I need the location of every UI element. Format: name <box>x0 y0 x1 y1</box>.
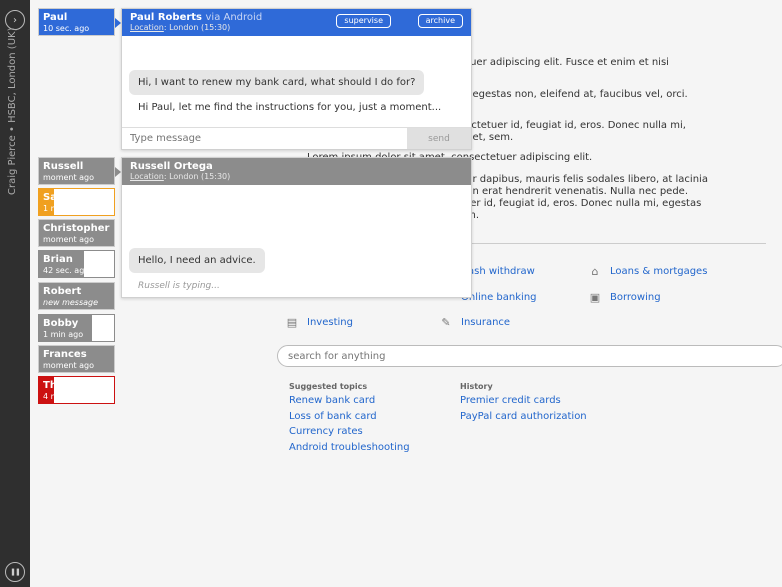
location-link[interactable]: Location <box>130 23 164 32</box>
outgoing-message: Hi Paul, let me find the instructions fo… <box>138 102 442 113</box>
agent-status: 42 sec. ago <box>43 266 90 275</box>
wallet-icon: ▣ <box>589 290 601 304</box>
agent-status: moment ago <box>43 361 95 370</box>
location-value: : London (15:30) <box>163 23 231 32</box>
agent-name: Bobby <box>43 318 79 329</box>
pause-icon[interactable]: ❚❚ <box>5 562 25 582</box>
chat-customer-name: Paul Roberts <box>130 12 203 23</box>
chat-channel: via Android <box>205 12 263 23</box>
archive-button[interactable]: archive <box>417 14 463 28</box>
service-label: Investing <box>307 316 353 328</box>
agent-name: Samuel <box>43 192 85 203</box>
agent-item-russell[interactable]: Russell moment ago <box>38 157 121 185</box>
agent-name: Thomas <box>43 380 87 391</box>
service-label: Loans & mortgages <box>610 265 708 277</box>
document-pen-icon: ✎ <box>441 315 451 329</box>
agent-status: new message <box>43 298 99 307</box>
history-link[interactable]: PayPal card authorization <box>460 411 587 422</box>
agent-status: 10 sec. ago <box>43 24 90 33</box>
article-line: sectetuer id, feugiat id, eros. Donec nu… <box>460 120 686 131</box>
chat-window-paul: Paul Roberts via Android Location: Londo… <box>121 8 472 150</box>
suggested-link[interactable]: Currency rates <box>289 426 363 437</box>
history-link[interactable]: Premier credit cards <box>460 395 561 406</box>
supervise-button[interactable]: supervise <box>336 14 391 28</box>
chat-header: Russell Ortega Location: London (15:30) <box>122 158 471 185</box>
agent-name: Christopher <box>43 223 110 234</box>
service-label: Borrowing <box>610 291 661 303</box>
agent-name: Robert <box>43 286 82 297</box>
agent-status: 4 min ago <box>43 392 84 401</box>
service-label: Cash withdraw <box>461 265 535 277</box>
service-label: Insurance <box>461 316 511 328</box>
agent-name: Frances <box>43 349 87 360</box>
location-link[interactable]: Location <box>130 172 164 181</box>
house-icon: ⌂ <box>591 264 599 278</box>
chat-customer-name: Russell Ortega <box>130 161 213 172</box>
chat-window-russell: Russell Ortega Location: London (15:30) … <box>121 157 472 298</box>
agent-item-brian[interactable]: Brian 42 sec. ago <box>38 250 115 278</box>
article-line: tuer id, feugiat id, eros. Donec nulla m… <box>460 198 702 209</box>
article-line: o, egestas non, eleifend at, faucibus ve… <box>460 89 688 100</box>
agent-item-robert[interactable]: Robert new message <box>38 282 115 310</box>
briefcase-icon: ▤ <box>286 315 298 329</box>
incoming-message: Hi, I want to renew my bank card, what s… <box>129 70 425 95</box>
article-line: non erat hendrerit venenatis. Nulla nec … <box>460 186 688 197</box>
agent-name: Russell <box>43 161 84 172</box>
search-input[interactable] <box>277 345 782 367</box>
suggested-link[interactable]: Renew bank card <box>289 395 375 406</box>
agent-info-vertical: Craig Pierce • HSBC, London (UK) <box>7 27 18 195</box>
agent-item-bobby[interactable]: Bobby 1 min ago <box>38 314 115 342</box>
message-input[interactable] <box>122 128 408 149</box>
service-link-loans-mortgages[interactable]: ⌂ Loans & mortgages <box>587 264 708 278</box>
agent-item-paul[interactable]: Paul 10 sec. ago <box>38 8 121 36</box>
suggested-topics-heading: Suggested topics <box>289 382 368 391</box>
agent-status: 1 min ago <box>43 204 84 213</box>
agent-item-christopher[interactable]: Christopher moment ago <box>38 219 115 247</box>
agent-name: Brian <box>43 254 73 265</box>
service-link-borrowing[interactable]: ▣ Borrowing <box>587 290 661 304</box>
agent-status: moment ago <box>43 235 95 244</box>
agent-name: Paul <box>43 12 68 23</box>
send-button[interactable]: send <box>407 128 471 149</box>
agent-item-samuel[interactable]: Samuel 1 min ago <box>38 188 115 216</box>
history-heading: History <box>460 382 493 391</box>
chat-header: Paul Roberts via Android Location: Londo… <box>122 9 471 36</box>
service-link-insurance[interactable]: ✎ Insurance <box>438 315 510 329</box>
location-value: : London (15:30) <box>163 172 231 181</box>
agent-item-thomas[interactable]: Thomas 4 min ago <box>38 376 115 404</box>
service-link-investing[interactable]: ▤ Investing <box>284 315 353 329</box>
agent-status: moment ago <box>43 173 95 182</box>
article-line: per dapibus, mauris felis sodales libero… <box>460 174 708 185</box>
suggested-link[interactable]: Loss of bank card <box>289 411 377 422</box>
agent-item-frances[interactable]: Frances moment ago <box>38 345 115 373</box>
typing-indicator: Russell is typing... <box>138 281 220 291</box>
service-label: Online banking <box>461 291 537 303</box>
suggested-link[interactable]: Android troubleshooting <box>289 442 410 453</box>
incoming-message: Hello, I need an advice. <box>129 248 265 273</box>
left-sidebar: › Craig Pierce • HSBC, London (UK) ❚❚ <box>0 0 30 587</box>
article-line: etuer adipiscing elit. Fusce et enim et … <box>460 57 669 68</box>
agent-status: 1 min ago <box>43 330 84 339</box>
